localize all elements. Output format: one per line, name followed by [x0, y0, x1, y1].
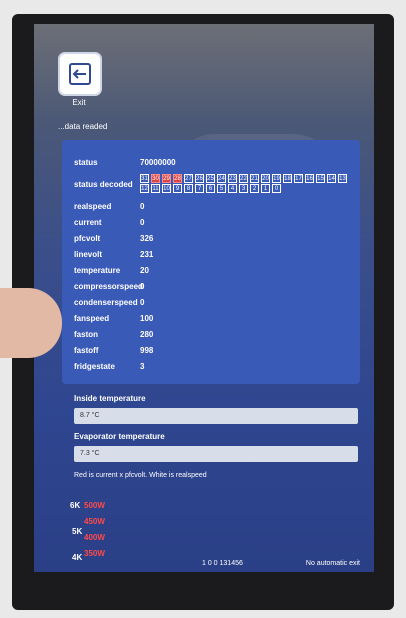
param-label: fastoff	[74, 346, 99, 355]
param-label: fanspeed	[74, 314, 110, 323]
inside-temperature-field: 8.7 °C	[74, 408, 358, 424]
param-label: current	[74, 218, 102, 227]
param-label: pfcvolt	[74, 234, 101, 243]
status-bit: 8	[184, 184, 193, 193]
y-tick-white: 5K	[72, 527, 82, 536]
param-label: compressorspeed	[74, 282, 143, 291]
param-value: 70000000	[140, 158, 176, 167]
exit-label: Exit	[72, 98, 86, 107]
evaporator-temperature-label: Evaporator temperature	[74, 432, 165, 441]
param-label: status decoded	[74, 180, 133, 189]
status-bit: 18	[283, 174, 292, 183]
param-value: 0	[140, 282, 145, 291]
evaporator-temperature-field: 7.3 °C	[74, 446, 358, 462]
param-label: status	[74, 158, 98, 167]
param-value: 100	[140, 314, 154, 323]
param-value: 3	[140, 362, 145, 371]
status-bit: 10	[162, 184, 171, 193]
exit-button[interactable]	[58, 52, 102, 96]
status-bit: 2	[250, 184, 259, 193]
param-label: fridgestate	[74, 362, 115, 371]
param-label: realspeed	[74, 202, 112, 211]
status-bit: 5	[217, 184, 226, 193]
status-bit: 6	[206, 184, 215, 193]
param-value: 0	[140, 298, 145, 307]
exit-arrow-icon	[69, 63, 91, 85]
y-tick-red: 450W	[84, 517, 105, 526]
status-bit: 7	[195, 184, 204, 193]
y-tick-red: 500W	[84, 501, 105, 510]
param-value: 998	[140, 346, 154, 355]
status-bit: 22	[239, 174, 248, 183]
y-tick-red: 400W	[84, 533, 105, 542]
y-tick-red: 350W	[84, 549, 105, 558]
status-bit: 24	[217, 174, 226, 183]
status-bit: 4	[228, 184, 237, 193]
param-label: condenserspeed	[74, 298, 138, 307]
status-bit: 23	[228, 174, 237, 183]
status-bit: 1	[261, 184, 270, 193]
chart-note: Red is current x pfcvolt. White is reals…	[74, 472, 207, 479]
status-bit: 27	[184, 174, 193, 183]
param-label: temperature	[74, 266, 121, 275]
status-bit: 16	[305, 174, 314, 183]
status-bit: 19	[272, 174, 281, 183]
param-label: linevolt	[74, 250, 103, 259]
status-bits-row: 12 11 10 9 8 7 6 5 4 3 2 1 0	[140, 184, 281, 193]
param-value: 231	[140, 250, 154, 259]
param-label: faston	[74, 330, 98, 339]
status-bit: 28	[173, 174, 182, 183]
param-value: 20	[140, 266, 149, 275]
status-line: ...data readed	[58, 122, 108, 131]
status-bit: 21	[250, 174, 259, 183]
status-bits-row: 31 30 29 28 27 26 25 24 23 22 21 20 19 18 17 16 15 14 13	[140, 174, 347, 183]
status-bit: 0	[272, 184, 281, 193]
status-bit: 13	[338, 174, 347, 183]
status-bit: 17	[294, 174, 303, 183]
status-bit: 15	[316, 174, 325, 183]
y-tick-white: 6K	[70, 501, 80, 510]
footer-exit-mode: No automatic exit	[305, 560, 360, 567]
status-bit: 29	[162, 174, 171, 183]
footer-code: 1 0 0 131456	[202, 560, 243, 567]
status-bit: 14	[327, 174, 336, 183]
param-value: 326	[140, 234, 154, 243]
status-bit: 26	[195, 174, 204, 183]
param-value: 280	[140, 330, 154, 339]
data-panel: status 70000000 status decoded 31 30 29 28 2…	[62, 140, 360, 384]
status-bit: 30	[151, 174, 160, 183]
param-value: 0	[140, 202, 145, 211]
status-bit: 9	[173, 184, 182, 193]
status-bit: 12	[140, 184, 149, 193]
status-bit: 25	[206, 174, 215, 183]
status-bit: 3	[239, 184, 248, 193]
status-bit: 31	[140, 174, 149, 183]
status-bit: 11	[151, 184, 160, 193]
footer-bar: 1 0 0 131456 No automatic exit	[74, 560, 360, 572]
status-bit: 20	[261, 174, 270, 183]
param-value: 0	[140, 218, 145, 227]
inside-temperature-label: Inside temperature	[74, 394, 146, 403]
